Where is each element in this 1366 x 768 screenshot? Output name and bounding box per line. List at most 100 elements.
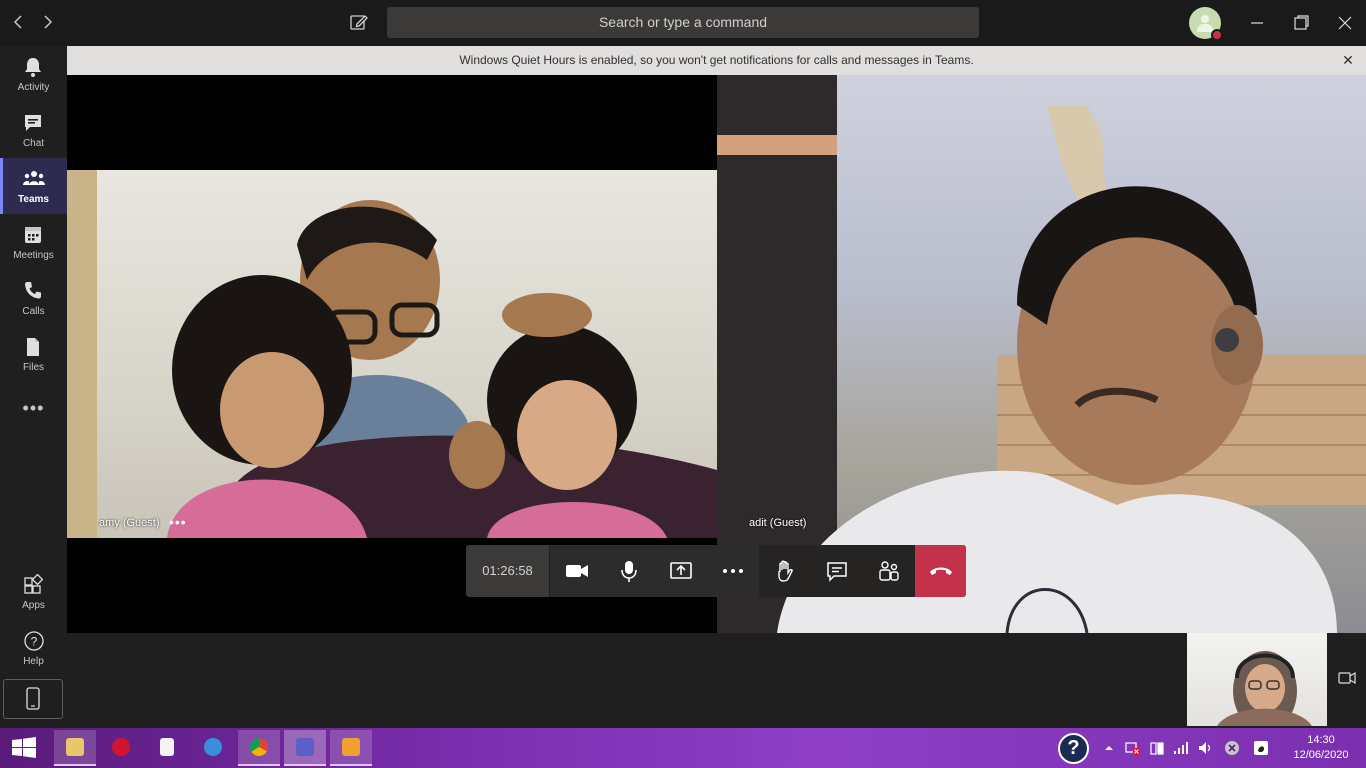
start-button[interactable] [10,737,38,759]
apps-icon [24,574,43,594]
participant-name: adit (Guest) [749,517,807,529]
network-disconnected-tray[interactable] [1125,740,1141,756]
show-conversation-button[interactable] [811,545,863,597]
windows-taskbar: ? 14:30 12/06/2020 [0,728,1366,768]
taskbar-clock[interactable]: 14:30 12/06/2020 [1286,733,1356,763]
windows-logo-icon [12,737,36,758]
help-tray-icon[interactable]: ? [1058,733,1089,764]
wifi-tray[interactable] [1173,740,1189,756]
participant-name: amy (Guest) [99,517,160,529]
ie-icon [204,738,222,756]
restore-icon [1294,15,1309,30]
call-bottom-area [67,633,1366,728]
more-options-button[interactable] [707,545,759,597]
back-button[interactable] [9,12,29,32]
rail-label: Apps [22,600,45,611]
calendar-icon [25,227,41,243]
close-icon [1338,16,1352,30]
raise-hand-icon [778,560,793,582]
close-button[interactable] [1333,12,1357,34]
rail-item-calls[interactable]: Calls [0,270,67,326]
forward-button[interactable] [37,12,57,32]
taskbar-teams[interactable] [284,730,326,766]
microphone-icon [621,561,637,582]
close-circle-icon [1225,741,1239,755]
volume-tray[interactable] [1197,740,1213,756]
self-view-toggle-button[interactable] [1338,670,1356,686]
taskbar-file-explorer[interactable] [54,730,96,766]
microphone-toggle-button[interactable] [603,545,655,597]
rail-label: Calls [22,306,45,317]
video-tile-amy[interactable]: amy (Guest) ••• [67,170,717,538]
video-switch-icon [1338,671,1356,685]
share-screen-icon [670,562,692,579]
app-tray-icon[interactable] [1253,740,1269,756]
more-options-icon [723,569,743,573]
participants-icon [879,561,899,581]
signal-icon [1174,742,1188,754]
show-hidden-icons-button[interactable] [1101,740,1117,756]
minimize-button[interactable] [1245,12,1269,34]
app-rail: Activity Chat Teams Meetings Calls Files… [0,46,67,728]
notepad-icon [160,738,174,756]
teams-window: Search or type a command Activity Chat T… [0,0,1366,768]
rail-item-help[interactable]: ? Help [0,620,67,676]
network-error-icon [1125,742,1140,755]
rail-label: Meetings [13,250,54,261]
status-busy-badge [1211,29,1223,41]
title-bar: Search or type a command [0,0,1366,46]
user-avatar[interactable] [1189,7,1223,41]
self-view-video[interactable] [1187,633,1327,726]
avatar-head [1201,15,1209,23]
share-screen-button[interactable] [655,545,707,597]
show-participants-button[interactable] [863,545,915,597]
restore-button[interactable] [1289,12,1313,34]
app-logo-icon [1254,741,1268,755]
camera-icon [566,565,588,577]
rail-item-activity[interactable]: Activity [0,46,67,102]
notification-off-tray[interactable] [1224,740,1240,756]
raise-hand-button[interactable] [759,545,811,597]
banner-close-button[interactable]: ✕ [1340,46,1356,75]
hang-up-icon [930,567,952,575]
speaker-icon [1199,742,1211,754]
banner-text: Windows Quiet Hours is enabled, so you w… [459,53,974,67]
rail-item-files[interactable]: Files [0,326,67,382]
camera-toggle-button[interactable] [551,545,603,597]
phone-icon [25,282,41,299]
rail-label: Teams [18,194,49,205]
taskbar-opera[interactable] [100,730,142,766]
help-icon: ? [24,631,44,651]
bell-icon [25,58,41,77]
opera-icon [112,738,130,756]
call-timer: 01:26:58 [466,545,550,597]
taskbar-internet-explorer[interactable] [192,730,234,766]
compose-button[interactable] [349,12,369,32]
taskbar-media-player[interactable] [330,730,372,766]
quiet-hours-banner: Windows Quiet Hours is enabled, so you w… [67,46,1366,75]
rail-item-apps[interactable]: Apps [0,564,67,620]
avatar-body [1197,24,1213,32]
rail-label: Files [22,362,45,373]
chrome-icon [250,738,268,756]
hang-up-button[interactable] [915,545,966,597]
download-mobile-app-button[interactable] [3,679,63,719]
clock-time: 14:30 [1307,734,1335,746]
more-apps-button[interactable]: ••• [0,398,67,419]
rail-item-meetings[interactable]: Meetings [0,214,67,270]
participant-more-button[interactable]: ••• [169,514,187,530]
file-explorer-icon [66,738,84,756]
rail-item-teams[interactable]: Teams [0,158,67,214]
taskbar-chrome[interactable] [238,730,280,766]
power-tray[interactable] [1149,740,1165,756]
rail-label: Activity [17,82,50,93]
taskbar-notepad[interactable] [146,730,188,766]
rail-item-chat[interactable]: Chat [0,102,67,158]
mobile-phone-icon [26,687,40,710]
media-player-icon [342,738,360,756]
search-input[interactable]: Search or type a command [387,7,979,38]
clock-date: 12/06/2020 [1293,749,1349,761]
svg-text:?: ? [31,635,38,649]
video-feed-family [67,170,717,538]
teams-icon [23,171,45,185]
